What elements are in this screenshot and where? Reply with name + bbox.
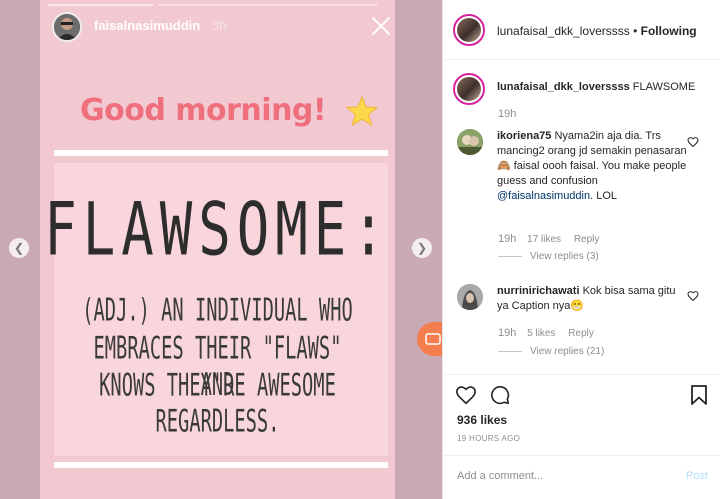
avatar-image (54, 14, 80, 40)
avatar-image (457, 77, 481, 101)
following-button[interactable]: Following (641, 24, 697, 38)
avatar-image (457, 129, 483, 155)
header-separator: • (633, 24, 638, 38)
comment-likes[interactable]: 17 likes (527, 234, 561, 245)
likes-count[interactable]: 936 likes (457, 413, 507, 427)
definition-line: REGARDLESS. (155, 403, 280, 440)
story-greeting: Good morning! (80, 93, 327, 128)
caption-text: FLAWSOME (632, 81, 696, 93)
star-icon (345, 95, 379, 127)
avatar-image (457, 284, 483, 310)
close-icon[interactable] (370, 15, 392, 37)
divider (443, 59, 720, 60)
comment-time: 19h (498, 327, 517, 339)
post-detail-panel: lunafaisal_dkk_loverssss • Following lun… (442, 0, 720, 499)
story-headline-word: FLAWSOME: (44, 187, 391, 273)
next-story-button[interactable]: ❯ (412, 238, 432, 258)
caption: lunafaisal_dkk_loverssss FLAWSOME (497, 80, 712, 95)
bookmark-icon[interactable] (689, 384, 709, 406)
add-comment-input[interactable]: Add a comment... (457, 470, 543, 482)
story-avatar[interactable] (52, 12, 82, 42)
card-divider (54, 150, 388, 156)
card-divider (54, 462, 388, 468)
reply-button[interactable]: Reply (568, 328, 594, 339)
divider (443, 455, 720, 456)
reply-button[interactable]: Reply (574, 234, 600, 245)
chevron-left-icon: ❮ (13, 241, 25, 255)
view-replies[interactable]: View replies (3) (498, 251, 599, 262)
comment-likes[interactable]: 5 likes (527, 328, 555, 339)
comment-username[interactable]: nurriniri​chawati (497, 285, 580, 297)
view-replies-label[interactable]: View replies (21) (530, 346, 604, 357)
story-timestamp: 3h (212, 18, 227, 33)
post-header: lunafaisal_dkk_loverssss • Following (497, 24, 697, 38)
comment-mention[interactable]: @faisalnasimuddin (497, 190, 590, 202)
commenter-avatar[interactable] (457, 129, 483, 155)
view-replies-line (498, 255, 522, 257)
view-replies-label[interactable]: View replies (3) (530, 251, 599, 262)
header-avatar[interactable] (453, 14, 485, 46)
comment-text-after: . LOL (590, 190, 618, 202)
divider (443, 374, 720, 375)
previous-story-button[interactable]: ❮ (9, 238, 29, 258)
header-username[interactable]: lunafaisal_dkk_loverssss (497, 24, 630, 38)
comment-body: nurriniri​chawati Kok bisa sama gitu ya … (497, 284, 687, 314)
comment-username[interactable]: ikoriena75 (497, 130, 551, 142)
story-progress-bar (158, 4, 378, 6)
definition-line: KNOWS THEY'RE AWESOME (99, 367, 336, 404)
caption-avatar[interactable] (453, 73, 485, 105)
comment-time: 19h (498, 233, 517, 245)
story-frame: faisalnasimuddin 3h Good morning! FLAWSO… (40, 0, 395, 499)
comment-meta: 19h 5 likes Reply (498, 327, 594, 339)
chevron-right-icon: ❯ (416, 241, 428, 255)
story-username[interactable]: faisalnasimuddin (94, 18, 200, 33)
caption-username[interactable]: lunafaisal_dkk_loverssss (497, 81, 630, 93)
comment-meta: 19h 17 likes Reply (498, 233, 599, 245)
video-icon (425, 333, 441, 345)
comment-body: ikoriena75 Nyama2in aja dia. Trs mancing… (497, 129, 687, 204)
definition-line: (ADJ.) AN INDIVIDUAL WHO (82, 292, 353, 329)
commenter-avatar[interactable] (457, 284, 483, 310)
heart-icon[interactable] (687, 290, 699, 302)
post-button[interactable]: Post (686, 470, 708, 482)
view-replies[interactable]: View replies (21) (498, 346, 604, 357)
avatar-image (457, 18, 481, 42)
heart-icon[interactable] (687, 136, 699, 148)
view-replies-line (498, 350, 522, 352)
story-progress-bar (48, 4, 153, 6)
caption-time: 19h (498, 108, 517, 120)
like-heart-icon[interactable] (455, 384, 477, 406)
post-age: 19 HOURS AGO (457, 434, 521, 443)
comment-bubble-icon[interactable] (489, 384, 511, 406)
